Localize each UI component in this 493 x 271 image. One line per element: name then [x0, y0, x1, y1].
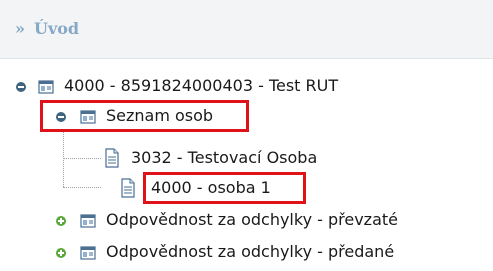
breadcrumb-home[interactable]: Úvod: [34, 19, 79, 38]
tree-node-person[interactable]: 4000 - osoba 1: [0, 176, 493, 200]
breadcrumb[interactable]: » Úvod: [15, 19, 79, 38]
expand-icon[interactable]: [56, 216, 66, 226]
tree-node-seznam-osob[interactable]: Seznam osob: [0, 104, 493, 128]
breadcrumb-separator: »: [15, 19, 25, 38]
tree-node-label: 3032 - Testovací Osoba: [131, 148, 318, 167]
collapse-icon[interactable]: [16, 82, 26, 92]
folder-document-icon: [80, 244, 96, 268]
tree-node-predane[interactable]: Odpovědnost za odchylky - předané: [0, 240, 493, 264]
tree-node-root[interactable]: 4000 - 8591824000403 - Test RUT: [0, 74, 493, 98]
tree-node-label: Odpovědnost za odchylky - převzaté: [106, 210, 398, 229]
folder-document-icon: [38, 78, 54, 102]
document-icon: [104, 148, 120, 175]
tree-node-label: 4000 - 8591824000403 - Test RUT: [64, 76, 339, 95]
tree-node-label: 4000 - osoba 1: [151, 178, 271, 197]
tree-node-label: Seznam osob: [106, 106, 214, 125]
tree-node-person[interactable]: 3032 - Testovací Osoba: [0, 146, 493, 170]
expand-icon[interactable]: [56, 248, 66, 258]
folder-document-icon: [80, 212, 96, 236]
tree-node-prevzate[interactable]: Odpovědnost za odchylky - převzaté: [0, 208, 493, 232]
breadcrumb-bar: » Úvod: [0, 0, 493, 59]
collapse-icon[interactable]: [56, 112, 66, 122]
tree-node-label: Odpovědnost za odchylky - předané: [106, 242, 395, 261]
folder-document-icon: [80, 108, 96, 132]
document-icon: [120, 178, 136, 205]
